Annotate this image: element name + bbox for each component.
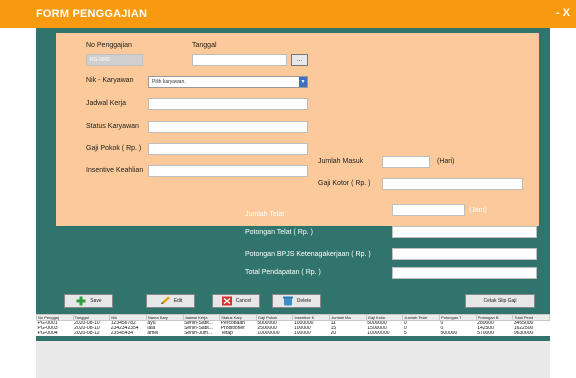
cancel-label: Cancel	[235, 298, 252, 304]
potongan-telat-label: Potongan Telat ( Rp. )	[245, 229, 313, 236]
gaji-pokok-field[interactable]	[148, 143, 308, 155]
gaji-kotor-field[interactable]	[382, 178, 523, 190]
table-cell: 9630000	[513, 331, 534, 336]
potongan-bpjs-label: Potongan BPJS Ketenagakerjaan ( Rp. )	[245, 251, 371, 258]
no-penggajian-label: No Penggajian	[86, 42, 132, 49]
table-cell: 20	[330, 331, 337, 336]
delete-label: Delete	[296, 298, 312, 304]
table-cell: 2020-08-12	[74, 331, 100, 336]
status-field[interactable]	[148, 121, 308, 133]
table-cell: 23545434	[110, 331, 134, 336]
jumlah-masuk-field[interactable]	[382, 156, 430, 168]
edit-label: Edit	[173, 298, 183, 304]
jam-label: (Jam)	[469, 207, 487, 214]
table-cell: Senin-Jum...	[184, 331, 213, 336]
table-cell: 500000	[440, 331, 458, 336]
save-button[interactable]: Save	[64, 294, 113, 308]
pencil-icon	[160, 296, 170, 304]
gaji-kotor-label: Gaji Kotor ( Rp. )	[318, 180, 371, 187]
table-cell: 10000000	[257, 331, 280, 336]
insentive-field[interactable]	[148, 165, 308, 177]
penggajian-window: FORM PENGGAJIAN - X No Penggajian PG-000…	[0, 0, 576, 378]
penggajian-table: No Penggaj Tanggal Nik Nama Kary Jadwal …	[36, 314, 550, 336]
table-empty-area	[36, 341, 550, 378]
jumlah-telat-field[interactable]	[392, 204, 465, 216]
total-label: Total Pendapatan ( Rp. )	[245, 269, 321, 276]
form-panel: No Penggajian PG-0005 Tanggal ... Nik - …	[56, 33, 539, 226]
table-row[interactable]: PG-0004 2020-08-12 23545434 amel Senin-J…	[37, 331, 550, 336]
trash-icon	[282, 296, 293, 306]
nik-label: Nik - Karyawan	[86, 77, 134, 84]
table-cell: 5	[403, 331, 407, 336]
x-icon	[221, 296, 232, 306]
nik-select-value: Pilih karyawan.	[152, 79, 186, 85]
delete-button[interactable]: Delete	[272, 294, 321, 308]
jumlah-telat-label: Jumlah Telat	[245, 211, 285, 218]
window-title: FORM PENGGAJIAN	[36, 8, 148, 20]
calendar-icon[interactable]: ...	[291, 54, 308, 66]
table-cell: 10000000	[367, 331, 390, 336]
plus-icon	[76, 296, 86, 306]
gaji-pokok-label: Gaji Pokok ( Rp. )	[86, 145, 142, 152]
jumlah-masuk-label: Jumlah Masuk	[318, 158, 364, 165]
tanggal-field[interactable]	[192, 54, 287, 66]
jadwal-label: Jadwal Kerja	[86, 100, 127, 107]
nik-select[interactable]: Pilih karyawan. ▼	[148, 76, 308, 88]
status-label: Status Karyawan	[86, 123, 139, 130]
table-cell: 100000	[293, 331, 311, 336]
edit-button[interactable]: Edit	[146, 294, 195, 308]
jadwal-field[interactable]	[148, 98, 308, 110]
cancel-button[interactable]: Cancel	[212, 294, 260, 308]
no-penggajian-field: PG-0005	[86, 54, 143, 66]
print-slip-label: Cetak Slip Gaji	[483, 298, 517, 304]
window-controls[interactable]: - X	[556, 7, 570, 19]
main-body: No Penggajian PG-0005 Tanggal ... Nik - …	[36, 28, 550, 378]
potongan-bpjs-field[interactable]	[392, 248, 537, 260]
table-cell: amel	[147, 331, 159, 336]
chevron-down-icon[interactable]: ▼	[299, 77, 307, 87]
print-slip-button[interactable]: Cetak Slip Gaji	[465, 294, 535, 308]
table-cell: PG-0004	[37, 331, 58, 336]
table-cell: Tetap	[220, 331, 233, 336]
save-label: Save	[90, 298, 102, 304]
title-bar: FORM PENGGAJIAN - X	[0, 0, 576, 28]
tanggal-label: Tanggal	[192, 42, 217, 49]
insentive-label: Insentive Keahlian	[86, 167, 144, 174]
potongan-telat-field[interactable]	[392, 226, 537, 238]
table-cell: 570000	[477, 331, 494, 336]
total-field[interactable]	[392, 267, 537, 279]
hari-label: (Hari)	[437, 158, 455, 165]
